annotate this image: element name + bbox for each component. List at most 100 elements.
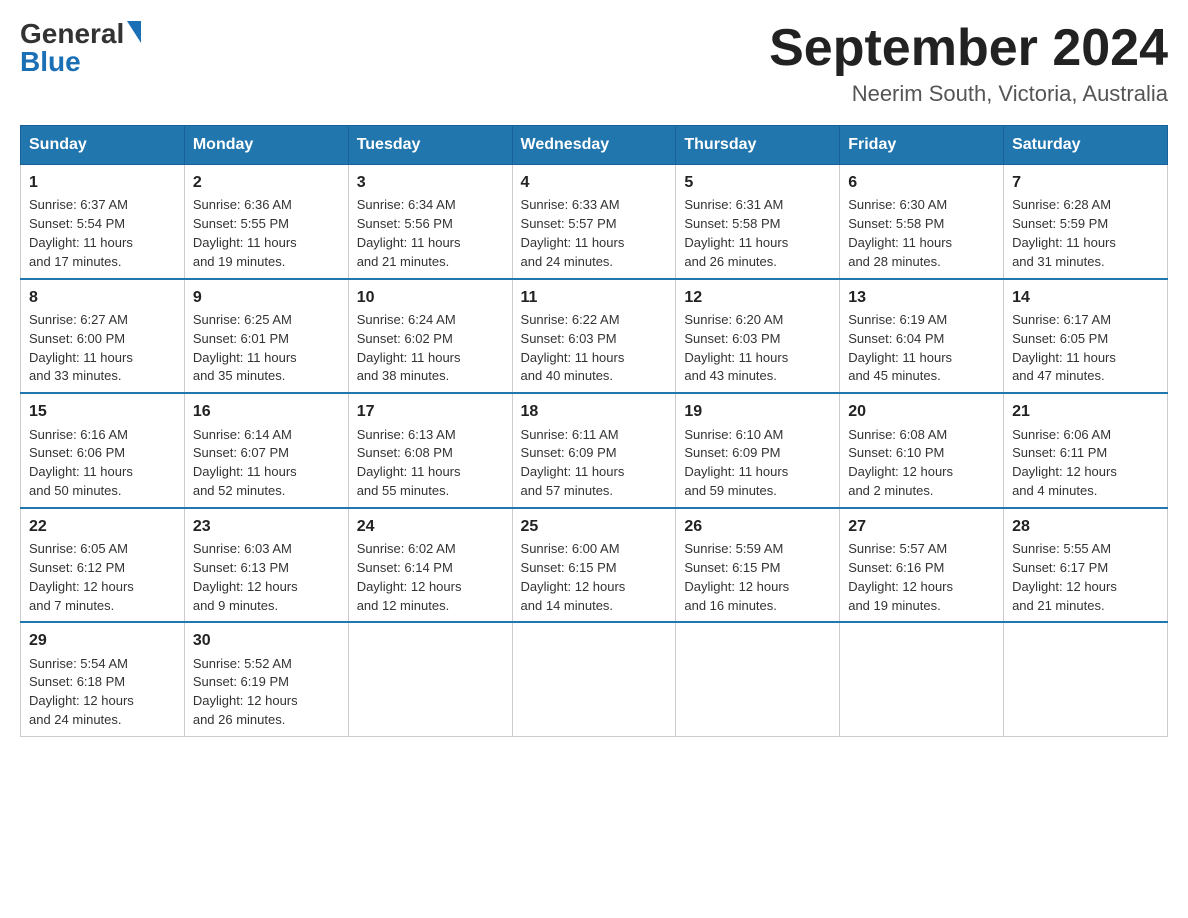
daylight-text: Daylight: 11 hours [193,463,340,482]
sunset-text: Sunset: 6:13 PM [193,559,340,578]
sunrise-text: Sunrise: 6:36 AM [193,196,340,215]
daylight-text-cont: and 12 minutes. [357,597,504,616]
calendar-cell: 25Sunrise: 6:00 AMSunset: 6:15 PMDayligh… [512,508,676,623]
daylight-text-cont: and 19 minutes. [193,253,340,272]
calendar-cell: 15Sunrise: 6:16 AMSunset: 6:06 PMDayligh… [21,393,185,508]
sunset-text: Sunset: 5:58 PM [684,215,831,234]
daylight-text-cont: and 59 minutes. [684,482,831,501]
sunset-text: Sunset: 6:09 PM [521,444,668,463]
day-number: 9 [193,286,340,309]
sunset-text: Sunset: 6:04 PM [848,330,995,349]
calendar-cell: 1Sunrise: 6:37 AMSunset: 5:54 PMDaylight… [21,165,185,279]
sunrise-text: Sunrise: 6:22 AM [521,311,668,330]
daylight-text: Daylight: 12 hours [193,578,340,597]
calendar-cell: 16Sunrise: 6:14 AMSunset: 6:07 PMDayligh… [184,393,348,508]
sunrise-text: Sunrise: 5:54 AM [29,655,176,674]
calendar-cell: 12Sunrise: 6:20 AMSunset: 6:03 PMDayligh… [676,279,840,394]
sunset-text: Sunset: 6:17 PM [1012,559,1159,578]
sunrise-text: Sunrise: 6:34 AM [357,196,504,215]
calendar-cell: 27Sunrise: 5:57 AMSunset: 6:16 PMDayligh… [840,508,1004,623]
day-number: 29 [29,629,176,652]
sunset-text: Sunset: 6:14 PM [357,559,504,578]
sunrise-text: Sunrise: 6:31 AM [684,196,831,215]
calendar-cell: 22Sunrise: 6:05 AMSunset: 6:12 PMDayligh… [21,508,185,623]
calendar-cell: 13Sunrise: 6:19 AMSunset: 6:04 PMDayligh… [840,279,1004,394]
daylight-text-cont: and 14 minutes. [521,597,668,616]
daylight-text: Daylight: 11 hours [1012,349,1159,368]
weekday-header-friday: Friday [840,126,1004,165]
daylight-text-cont: and 16 minutes. [684,597,831,616]
weekday-header-sunday: Sunday [21,126,185,165]
sunset-text: Sunset: 5:54 PM [29,215,176,234]
sunset-text: Sunset: 6:00 PM [29,330,176,349]
calendar-cell: 7Sunrise: 6:28 AMSunset: 5:59 PMDaylight… [1004,165,1168,279]
daylight-text-cont: and 57 minutes. [521,482,668,501]
day-number: 1 [29,171,176,194]
logo-general: General [20,20,124,48]
sunrise-text: Sunrise: 5:57 AM [848,540,995,559]
calendar-cell: 5Sunrise: 6:31 AMSunset: 5:58 PMDaylight… [676,165,840,279]
calendar-week-row: 29Sunrise: 5:54 AMSunset: 6:18 PMDayligh… [21,622,1168,736]
day-number: 14 [1012,286,1159,309]
day-number: 11 [521,286,668,309]
weekday-header-monday: Monday [184,126,348,165]
daylight-text-cont: and 31 minutes. [1012,253,1159,272]
day-number: 8 [29,286,176,309]
sunrise-text: Sunrise: 6:25 AM [193,311,340,330]
sunset-text: Sunset: 6:02 PM [357,330,504,349]
daylight-text: Daylight: 12 hours [1012,578,1159,597]
sunset-text: Sunset: 6:18 PM [29,673,176,692]
sunrise-text: Sunrise: 6:27 AM [29,311,176,330]
daylight-text-cont: and 19 minutes. [848,597,995,616]
daylight-text: Daylight: 11 hours [29,463,176,482]
sunset-text: Sunset: 6:03 PM [684,330,831,349]
daylight-text-cont: and 2 minutes. [848,482,995,501]
calendar-cell: 28Sunrise: 5:55 AMSunset: 6:17 PMDayligh… [1004,508,1168,623]
daylight-text: Daylight: 11 hours [684,234,831,253]
daylight-text: Daylight: 12 hours [29,692,176,711]
weekday-header-row: SundayMondayTuesdayWednesdayThursdayFrid… [21,126,1168,165]
logo-triangle-icon [127,21,141,43]
sunrise-text: Sunrise: 5:59 AM [684,540,831,559]
day-number: 17 [357,400,504,423]
calendar-cell: 2Sunrise: 6:36 AMSunset: 5:55 PMDaylight… [184,165,348,279]
calendar-cell [348,622,512,736]
daylight-text-cont: and 47 minutes. [1012,367,1159,386]
day-number: 20 [848,400,995,423]
sunset-text: Sunset: 6:12 PM [29,559,176,578]
day-number: 2 [193,171,340,194]
daylight-text: Daylight: 11 hours [357,463,504,482]
logo-blue: Blue [20,48,81,76]
calendar-table: SundayMondayTuesdayWednesdayThursdayFrid… [20,125,1168,737]
daylight-text: Daylight: 12 hours [29,578,176,597]
sunrise-text: Sunrise: 6:08 AM [848,426,995,445]
calendar-cell [840,622,1004,736]
day-number: 19 [684,400,831,423]
day-number: 6 [848,171,995,194]
calendar-cell: 14Sunrise: 6:17 AMSunset: 6:05 PMDayligh… [1004,279,1168,394]
day-number: 13 [848,286,995,309]
calendar-cell: 23Sunrise: 6:03 AMSunset: 6:13 PMDayligh… [184,508,348,623]
logo: General Blue [20,20,141,76]
daylight-text: Daylight: 11 hours [848,234,995,253]
weekday-header-thursday: Thursday [676,126,840,165]
calendar-week-row: 22Sunrise: 6:05 AMSunset: 6:12 PMDayligh… [21,508,1168,623]
day-number: 21 [1012,400,1159,423]
day-number: 3 [357,171,504,194]
calendar-cell: 4Sunrise: 6:33 AMSunset: 5:57 PMDaylight… [512,165,676,279]
sunset-text: Sunset: 6:15 PM [521,559,668,578]
weekday-header-saturday: Saturday [1004,126,1168,165]
sunrise-text: Sunrise: 6:17 AM [1012,311,1159,330]
daylight-text: Daylight: 11 hours [193,234,340,253]
daylight-text: Daylight: 11 hours [684,349,831,368]
sunset-text: Sunset: 5:56 PM [357,215,504,234]
daylight-text: Daylight: 12 hours [193,692,340,711]
calendar-cell: 26Sunrise: 5:59 AMSunset: 6:15 PMDayligh… [676,508,840,623]
sunrise-text: Sunrise: 6:06 AM [1012,426,1159,445]
sunset-text: Sunset: 6:08 PM [357,444,504,463]
daylight-text: Daylight: 11 hours [848,349,995,368]
day-number: 28 [1012,515,1159,538]
day-number: 30 [193,629,340,652]
weekday-header-wednesday: Wednesday [512,126,676,165]
sunrise-text: Sunrise: 6:00 AM [521,540,668,559]
